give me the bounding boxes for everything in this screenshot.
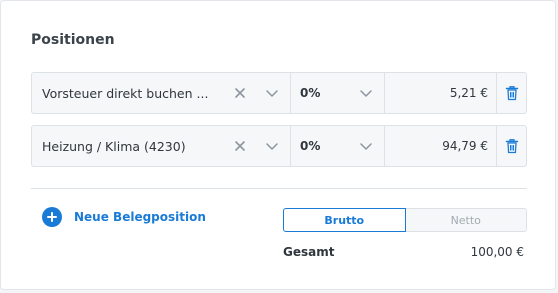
chevron-down-icon[interactable] [359,88,373,98]
chevron-down-icon[interactable] [359,141,373,151]
tax-rate-value: 0% [300,139,321,153]
total-value: 100,00 € [470,245,524,259]
divider [31,188,527,189]
account-select[interactable]: Heizung / Klima (4230) [32,126,291,166]
tax-rate-select[interactable]: 0% [291,126,385,166]
plus-circle-icon [42,207,62,227]
amount-field[interactable]: 5,21 € [385,73,497,113]
add-position-label: Neue Belegposition [74,210,206,224]
clear-icon[interactable] [233,139,247,153]
toggle-brutto[interactable]: Brutto [283,208,406,232]
trash-icon[interactable] [505,85,519,101]
amount-field[interactable]: 94,79 € [385,126,497,166]
total-label: Gesamt [283,245,335,259]
brutto-netto-toggle: Brutto Netto [283,208,527,232]
delete-row-button[interactable] [497,73,526,113]
position-row: Vorsteuer direkt buchen ... 0% 5,21 € [31,72,527,114]
trash-icon[interactable] [505,138,519,154]
account-select[interactable]: Vorsteuer direkt buchen ... [32,73,291,113]
toggle-netto[interactable]: Netto [405,208,527,232]
position-row: Heizung / Klima (4230) 0% 94,79 € [31,125,527,167]
positions-card: Positionen Vorsteuer direkt buchen ... 0… [0,0,556,290]
chevron-down-icon[interactable] [265,88,279,98]
tax-rate-select[interactable]: 0% [291,73,385,113]
section-title: Positionen [31,32,115,48]
tax-rate-value: 0% [300,86,321,100]
amount-value: 94,79 € [442,139,488,153]
add-position-button[interactable]: Neue Belegposition [42,207,206,227]
account-value: Heizung / Klima (4230) [42,138,186,154]
delete-row-button[interactable] [497,126,526,166]
clear-icon[interactable] [233,86,247,100]
amount-value: 5,21 € [449,86,488,100]
chevron-down-icon[interactable] [265,141,279,151]
account-value: Vorsteuer direkt buchen ... [42,85,209,101]
